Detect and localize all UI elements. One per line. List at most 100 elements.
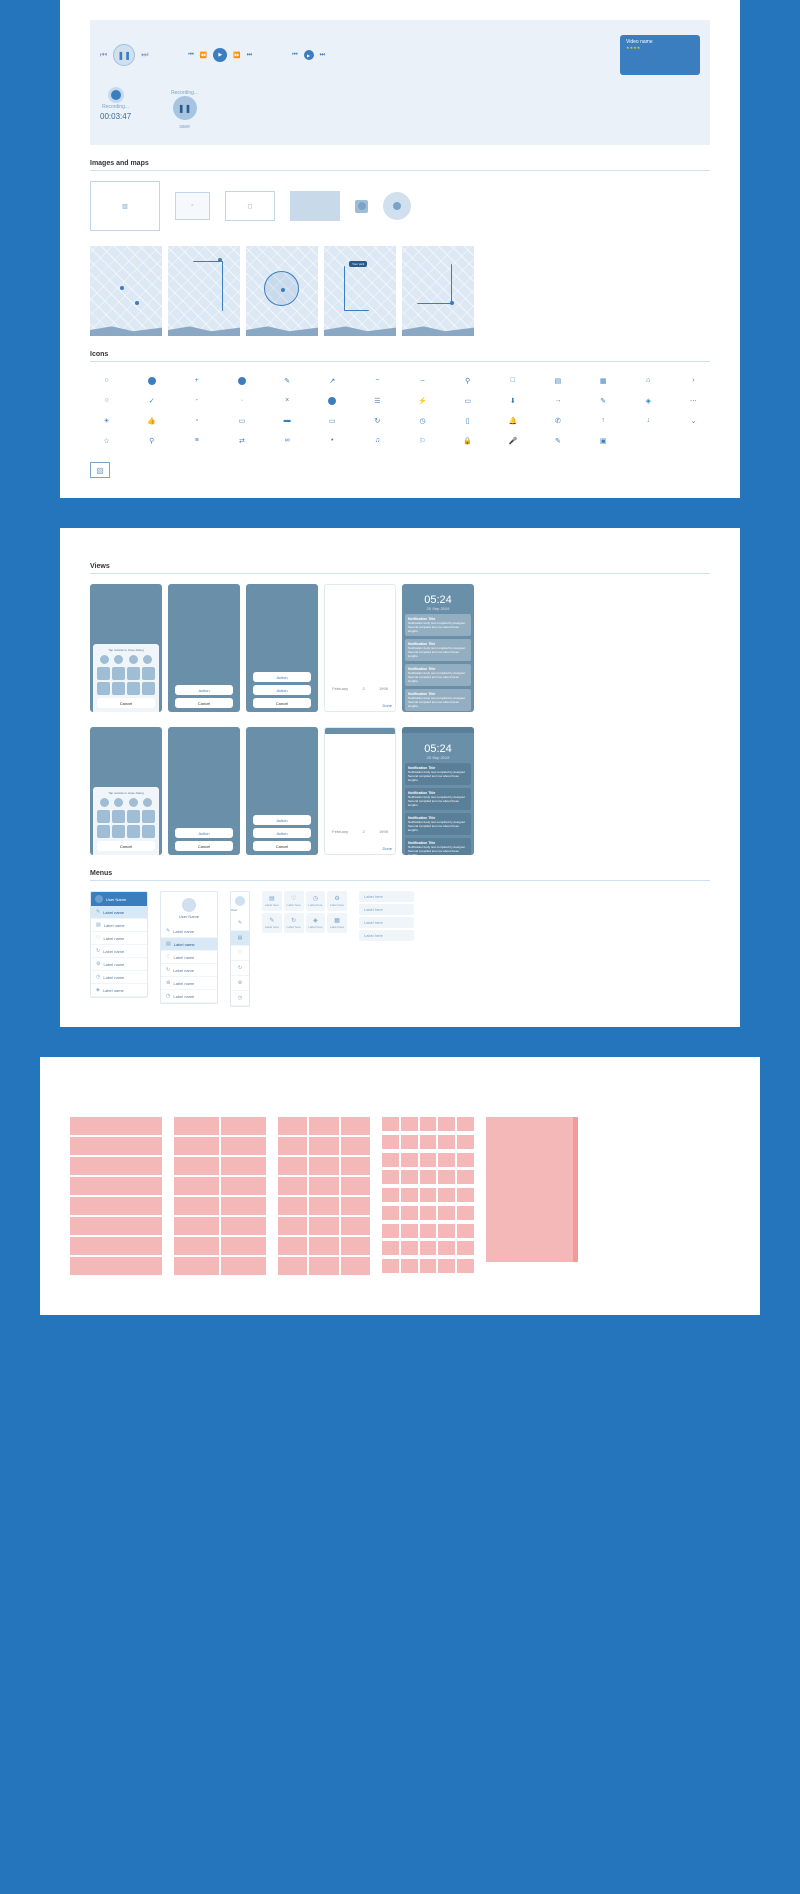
menu-item[interactable]: ♡: [231, 946, 249, 961]
action-button[interactable]: Action: [253, 815, 311, 825]
next-icon[interactable]: ⏭: [320, 52, 325, 59]
notif-body: Notification body text compiled by desig…: [408, 621, 468, 633]
cancel-button[interactable]: Cancel: [253, 698, 311, 708]
done-button[interactable]: Done: [382, 846, 392, 851]
action-tile[interactable]: [112, 682, 125, 695]
bell-icon: 🔔: [496, 417, 529, 425]
action-tile[interactable]: [142, 667, 155, 680]
menu-item[interactable]: ⚙Label name: [91, 958, 147, 971]
action-tile[interactable]: [142, 682, 155, 695]
notification[interactable]: Notification TitleNotification body text…: [405, 763, 471, 785]
app-icon[interactable]: [143, 798, 152, 807]
grid-menu-item[interactable]: ✎Label here: [262, 913, 282, 933]
list-item[interactable]: Label here: [359, 930, 414, 941]
action-tile[interactable]: [112, 810, 125, 823]
menu-item[interactable]: ◷Label name: [91, 971, 147, 984]
app-icon[interactable]: [114, 655, 123, 664]
menu-item[interactable]: ⚙: [231, 976, 249, 991]
play-button[interactable]: ▶: [213, 48, 227, 62]
notification[interactable]: Notification TitleNotification body text…: [405, 838, 471, 855]
cancel-button[interactable]: Cancel: [97, 698, 155, 708]
grid-menu-item[interactable]: ▦Label here: [327, 913, 347, 933]
action-tile[interactable]: [127, 682, 140, 695]
grid-menu-item[interactable]: ♡Label here: [284, 891, 304, 911]
action-tile[interactable]: [127, 667, 140, 680]
map-labeled[interactable]: Your pick: [324, 246, 396, 336]
action-button[interactable]: Action: [175, 685, 233, 695]
map-route[interactable]: [168, 246, 240, 336]
menu-item[interactable]: ↻Label name: [161, 964, 217, 977]
action-tile[interactable]: [142, 810, 155, 823]
record-dot-icon[interactable]: [111, 90, 121, 100]
app-icon[interactable]: [129, 798, 138, 807]
notification[interactable]: Notification TitleNotification body text…: [405, 614, 471, 636]
menu-item[interactable]: ↻: [231, 961, 249, 976]
date-picker[interactable]: February 2 1998: [325, 686, 395, 691]
action-button[interactable]: Action: [253, 828, 311, 838]
action-tile[interactable]: [97, 825, 110, 838]
action-button[interactable]: Action: [175, 828, 233, 838]
action-tile[interactable]: [127, 825, 140, 838]
menu-item[interactable]: ⚙Label name: [161, 977, 217, 990]
menu-item[interactable]: ✎Label name: [91, 906, 147, 919]
done-button[interactable]: Done: [382, 703, 392, 708]
video-card[interactable]: Video name ★★★★: [620, 35, 700, 75]
pause-recording-button[interactable]: ❚❚: [173, 96, 197, 120]
cancel-button[interactable]: Cancel: [175, 698, 233, 708]
action-tile[interactable]: [142, 825, 155, 838]
menu-item[interactable]: ◷Label name: [161, 990, 217, 1003]
app-icon[interactable]: [100, 798, 109, 807]
pause-button[interactable]: ❚❚: [113, 44, 135, 66]
play-button-sm[interactable]: ▶: [304, 50, 314, 60]
menu-item[interactable]: ↻Label name: [91, 945, 147, 958]
action-tile[interactable]: [97, 682, 110, 695]
prev-icon[interactable]: ⏮: [100, 50, 107, 60]
list-item[interactable]: Label here: [359, 891, 414, 902]
menu-item[interactable]: ◈Label name: [91, 984, 147, 997]
grid-menu-item[interactable]: ◷Label here: [306, 891, 326, 911]
map-route-2[interactable]: [402, 246, 474, 336]
rewind-icon[interactable]: ⏪: [200, 52, 207, 59]
skip-fwd-icon[interactable]: ⏭: [247, 52, 252, 59]
notification[interactable]: Notification TitleNotification body text…: [405, 664, 471, 686]
app-icon[interactable]: [129, 655, 138, 664]
menu-item[interactable]: ▤: [231, 931, 249, 946]
action-tile[interactable]: [112, 667, 125, 680]
menu-item[interactable]: ◷: [231, 991, 249, 1006]
action-button[interactable]: Action: [253, 685, 311, 695]
cancel-button[interactable]: Cancel: [97, 841, 155, 851]
list-item[interactable]: Label here: [359, 904, 414, 915]
menu-item[interactable]: ✎: [231, 916, 249, 931]
notification[interactable]: Notification TitleNotification body text…: [405, 788, 471, 810]
menu-item[interactable]: ♡Label name: [91, 932, 147, 945]
notification[interactable]: Notification TitleNotification body text…: [405, 639, 471, 661]
app-icon[interactable]: [114, 798, 123, 807]
cancel-button[interactable]: Cancel: [175, 841, 233, 851]
skip-back-icon[interactable]: ⏮: [188, 52, 193, 59]
notification[interactable]: Notification TitleNotification body text…: [405, 689, 471, 711]
grid-menu-item[interactable]: ⚙Label here: [327, 891, 347, 911]
grid-menu-item[interactable]: ▤Label here: [262, 891, 282, 911]
map-radius[interactable]: [246, 246, 318, 336]
notification[interactable]: Notification TitleNotification body text…: [405, 813, 471, 835]
app-icon[interactable]: [143, 655, 152, 664]
app-icon[interactable]: [100, 655, 109, 664]
action-button[interactable]: Action: [253, 672, 311, 682]
menu-item[interactable]: ▤Label name: [91, 919, 147, 932]
action-tile[interactable]: [97, 667, 110, 680]
menu-item[interactable]: ♡Label name: [161, 951, 217, 964]
prev-icon[interactable]: ⏮: [292, 52, 297, 59]
forward-icon[interactable]: ⏩: [233, 52, 240, 59]
grid-menu-item[interactable]: ↻Label here: [284, 913, 304, 933]
grid-menu-item[interactable]: ◈Label here: [306, 913, 326, 933]
action-tile[interactable]: [97, 810, 110, 823]
cancel-button[interactable]: Cancel: [253, 841, 311, 851]
map-basic[interactable]: [90, 246, 162, 336]
menu-item[interactable]: ▤Label name: [161, 938, 217, 951]
next-icon[interactable]: ⏭: [141, 50, 148, 60]
menu-item[interactable]: ✎Label name: [161, 925, 217, 938]
list-item[interactable]: Label here: [359, 917, 414, 928]
date-picker[interactable]: February 2 1998: [325, 829, 395, 834]
action-tile[interactable]: [112, 825, 125, 838]
action-tile[interactable]: [127, 810, 140, 823]
